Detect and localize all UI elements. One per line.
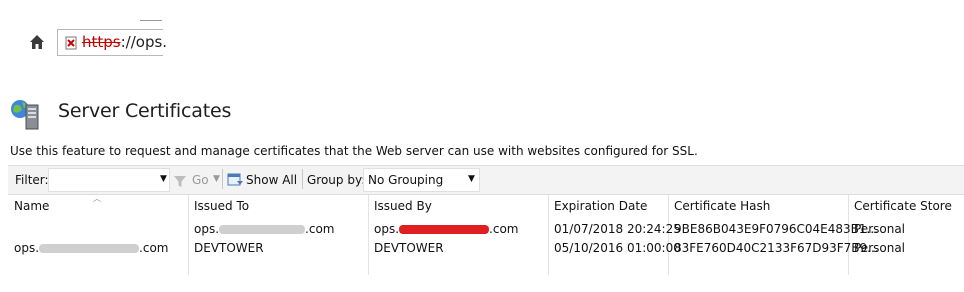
show-all-icon[interactable]: [227, 171, 244, 188]
funnel-icon: [173, 173, 187, 187]
redaction-grey: [39, 244, 140, 253]
group-by-value: No Grouping: [368, 173, 444, 187]
cell-issued-by[interactable]: ops. .com: [374, 222, 518, 236]
feature-description: Use this feature to request and manage c…: [10, 144, 698, 158]
column-divider[interactable]: [368, 195, 369, 275]
column-divider[interactable]: [188, 195, 189, 275]
name-suffix: .com: [139, 241, 169, 255]
column-header-certificate-hash[interactable]: Certificate Hash: [674, 199, 770, 213]
column-divider[interactable]: [548, 195, 549, 275]
filter-label: Filter:: [15, 173, 49, 187]
cell-certificate-hash[interactable]: 9BE86B043E9F0796C04E483B1...: [674, 222, 878, 236]
cell-expiration-date[interactable]: 01/07/2018 20:24:25: [554, 222, 681, 236]
certificate-error-icon[interactable]: [63, 35, 79, 51]
address-bar-divider: [140, 20, 162, 21]
server-certificate-icon: [8, 97, 42, 131]
cell-issued-to[interactable]: ops. .com: [194, 222, 334, 236]
cell-issued-by[interactable]: DEVTOWER: [374, 241, 444, 255]
column-header-issued-to[interactable]: Issued To: [194, 199, 249, 213]
url-scheme: https: [82, 33, 121, 51]
go-button[interactable]: Go: [192, 173, 209, 187]
filter-input[interactable]: ▼: [48, 168, 170, 192]
name-prefix: ops.: [14, 241, 40, 255]
issued-to-suffix: .com: [305, 222, 335, 236]
toolbar-separator: [302, 169, 303, 189]
redaction-red: [399, 225, 490, 234]
redaction-grey: [219, 225, 306, 234]
cell-issued-to[interactable]: DEVTOWER: [194, 241, 264, 255]
cell-certificate-hash[interactable]: 83FE760D40C2133F67D93F7B9...: [674, 241, 879, 255]
group-by-dropdown-icon[interactable]: ▼: [468, 174, 475, 184]
group-by-label: Group by:: [307, 173, 366, 187]
toolbar-separator: [222, 169, 223, 189]
column-header-name[interactable]: Name: [14, 199, 49, 213]
column-header-issued-by[interactable]: Issued By: [374, 199, 432, 213]
issued-by-prefix: ops.: [374, 222, 400, 236]
cell-expiration-date[interactable]: 05/10/2016 01:00:00: [554, 241, 681, 255]
cell-certificate-store[interactable]: Personal: [854, 241, 905, 255]
home-icon[interactable]: [28, 33, 46, 51]
go-dropdown-icon[interactable]: ▼: [213, 174, 220, 184]
url-host: ://ops.: [120, 33, 168, 51]
sort-ascending-icon: ︿: [93, 194, 101, 203]
column-header-certificate-store[interactable]: Certificate Store: [854, 199, 952, 213]
issued-by-suffix: .com: [489, 222, 519, 236]
issued-to-prefix: ops.: [194, 222, 220, 236]
show-all-button[interactable]: Show All: [246, 173, 297, 187]
cell-name[interactable]: ops. .com: [14, 241, 168, 255]
column-header-expiration-date[interactable]: Expiration Date: [554, 199, 647, 213]
page-title: Server Certificates: [58, 100, 232, 122]
cell-certificate-store[interactable]: Personal: [854, 222, 905, 236]
url-text[interactable]: https://ops.: [82, 33, 167, 51]
filter-dropdown-icon[interactable]: ▼: [160, 174, 167, 184]
